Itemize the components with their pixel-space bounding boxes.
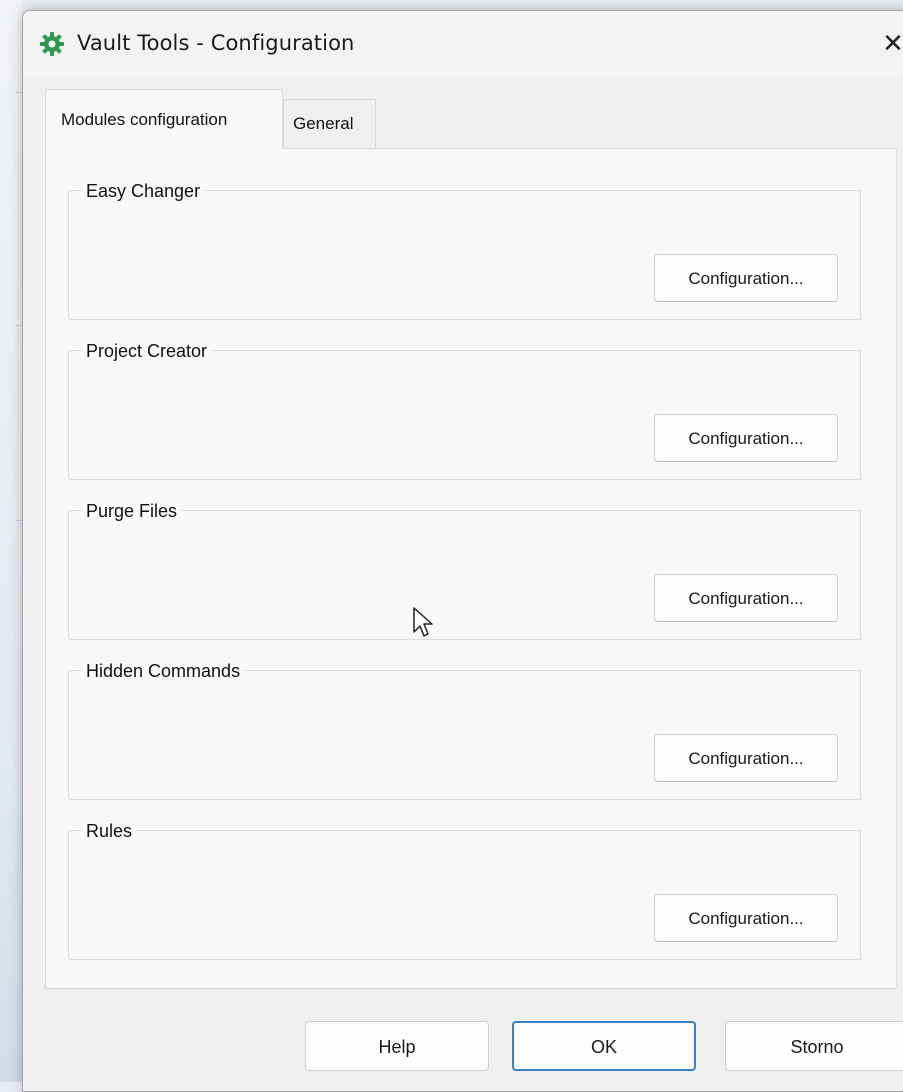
hidden-commands-configuration-button[interactable]: Configuration... bbox=[654, 734, 838, 782]
ok-button[interactable]: OK bbox=[512, 1021, 696, 1071]
group-title: Project Creator bbox=[82, 341, 212, 362]
tab-general[interactable]: General bbox=[283, 99, 376, 149]
close-button[interactable]: ✕ bbox=[873, 23, 903, 63]
group-rules: Rules Configuration... bbox=[68, 821, 861, 960]
group-title: Hidden Commands bbox=[82, 661, 245, 682]
modules-configuration-panel: Easy Changer Configuration... Project Cr… bbox=[45, 148, 897, 989]
group-title: Purge Files bbox=[82, 501, 182, 522]
project-creator-configuration-button[interactable]: Configuration... bbox=[654, 414, 838, 462]
mouse-cursor-icon bbox=[413, 607, 433, 637]
tab-modules-configuration[interactable]: Modules configuration bbox=[45, 89, 283, 149]
easy-changer-configuration-button[interactable]: Configuration... bbox=[654, 254, 838, 302]
purge-files-configuration-button[interactable]: Configuration... bbox=[654, 574, 838, 622]
help-button[interactable]: Help bbox=[305, 1021, 489, 1071]
window-title: Vault Tools - Configuration bbox=[77, 31, 355, 55]
close-icon: ✕ bbox=[882, 28, 903, 58]
cancel-button[interactable]: Storno bbox=[725, 1021, 903, 1071]
configuration-dialog: Vault Tools - Configuration ✕ Modules co… bbox=[22, 10, 903, 1092]
group-title: Rules bbox=[82, 821, 137, 842]
title-bar[interactable]: Vault Tools - Configuration ✕ bbox=[23, 11, 903, 77]
group-title: Easy Changer bbox=[82, 181, 205, 202]
group-hidden-commands: Hidden Commands Configuration... bbox=[68, 661, 861, 800]
background-window-strip bbox=[0, 0, 22, 1082]
group-purge-files: Purge Files Configuration... bbox=[68, 501, 861, 640]
rules-configuration-button[interactable]: Configuration... bbox=[654, 894, 838, 942]
group-easy-changer: Easy Changer Configuration... bbox=[68, 181, 861, 320]
group-project-creator: Project Creator Configuration... bbox=[68, 341, 861, 480]
gear-icon bbox=[40, 32, 64, 56]
